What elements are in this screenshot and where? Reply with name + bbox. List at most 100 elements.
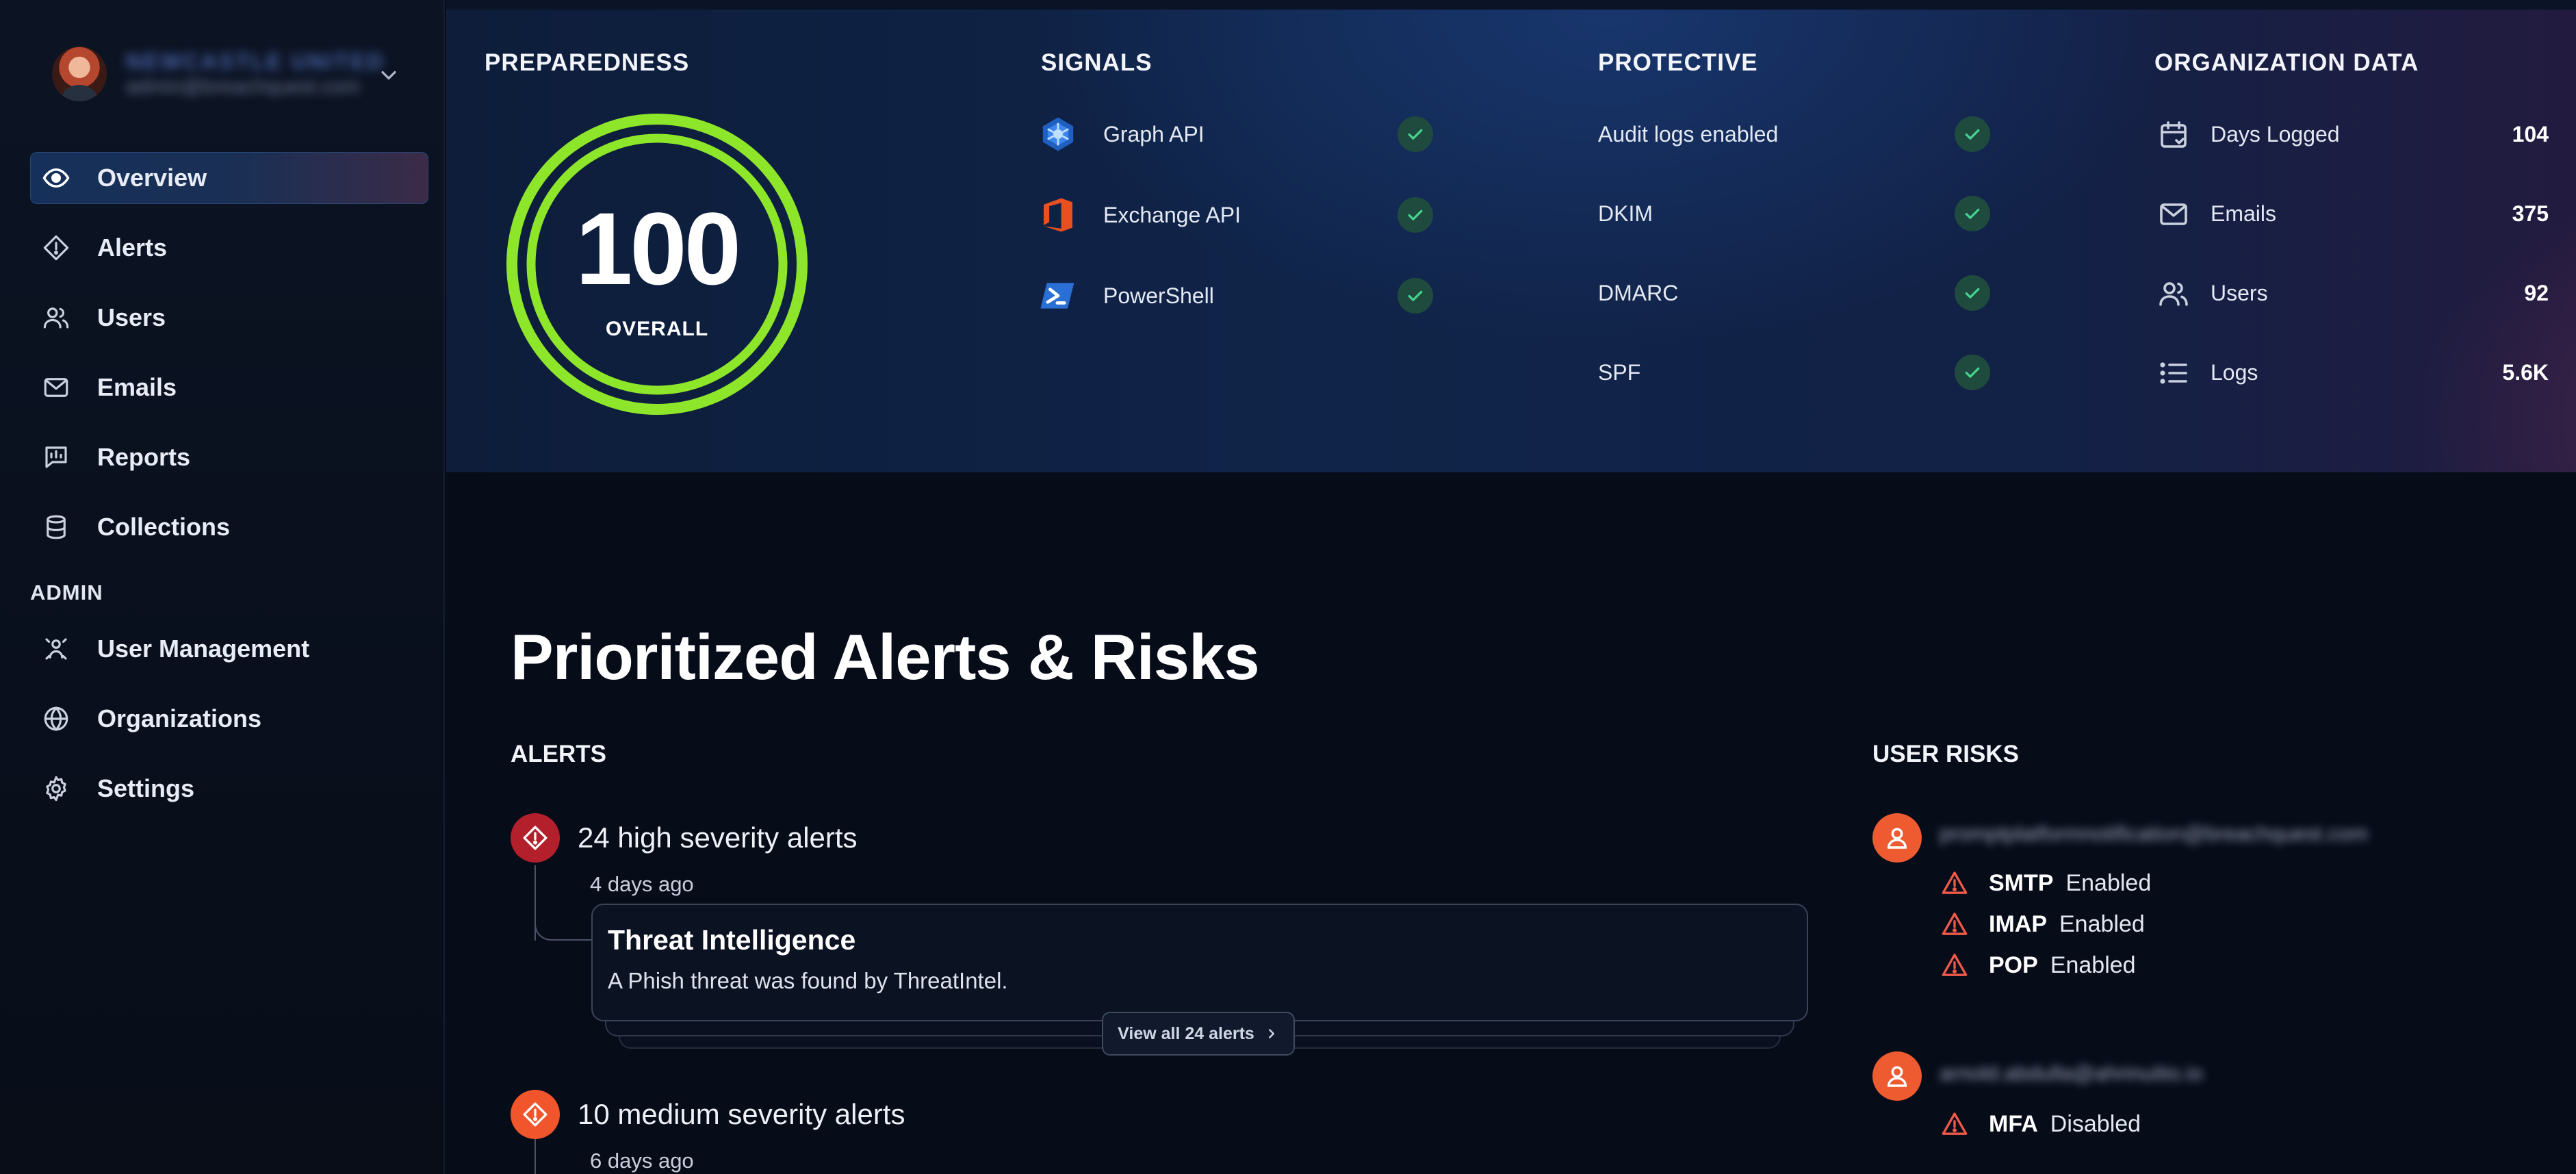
protective-row-audit-logs: Audit logs enabled	[1598, 114, 1778, 155]
user-risk-avatar[interactable]	[1872, 813, 1922, 863]
org-value: 5.6K	[2502, 360, 2549, 385]
sidebar-item-label: Reports	[97, 443, 191, 471]
signal-label: Exchange API	[1103, 202, 1241, 227]
chevron-down-icon[interactable]	[376, 63, 401, 88]
org-row-emails: Emails	[2211, 193, 2276, 234]
sidebar-item-label: Users	[97, 303, 166, 331]
user-risk-email[interactable]: promptplatformnotification@breachquest.c…	[1940, 821, 2368, 846]
alerts-heading: ALERTS	[511, 741, 606, 767]
signal-label: Graph API	[1103, 121, 1205, 146]
mail-icon	[34, 366, 78, 409]
alert-group-time: 4 days ago	[590, 872, 694, 896]
users-icon	[34, 296, 78, 340]
sidebar-item-reports[interactable]: Reports	[30, 431, 428, 483]
sidebar-item-users[interactable]: Users	[30, 292, 428, 344]
sidebar-item-collections[interactable]: Collections	[30, 501, 428, 553]
score-label: OVERALL	[605, 318, 709, 340]
warning-triangle-icon	[1942, 954, 1968, 976]
org-label: Logs	[2211, 359, 2258, 385]
check-icon	[1398, 116, 1433, 152]
timeline-connector	[534, 904, 592, 941]
warning-triangle-icon	[1942, 1112, 1968, 1135]
user-risks-heading: USER RISKS	[1872, 741, 2019, 767]
sidebar-item-emails[interactable]: Emails	[30, 361, 428, 413]
view-all-alerts-button[interactable]: View all 24 alerts	[1102, 1012, 1295, 1056]
check-icon	[1955, 355, 1990, 390]
org-label: Days Logged	[2211, 121, 2340, 146]
report-icon	[34, 435, 78, 479]
profile-name: NEWCASTLE UNITED	[126, 49, 385, 74]
check-icon	[1398, 278, 1433, 314]
user-risk-avatar[interactable]	[1872, 1051, 1922, 1101]
protective-title: PROTECTIVE	[1598, 49, 1758, 76]
admin-section-label: ADMIN	[30, 580, 103, 604]
user-management-icon	[34, 627, 78, 671]
org-row-days-logged: Days Logged	[2211, 114, 2340, 155]
user-risk-email[interactable]: arnold.abdulla@ahrinuitio.io	[1940, 1061, 2203, 1086]
org-value: 92	[2524, 281, 2549, 305]
mail-icon	[2160, 203, 2187, 225]
sidebar-item-label: Emails	[97, 373, 177, 401]
eye-icon	[34, 156, 78, 200]
risk-protocol: MFA	[1989, 1110, 2038, 1137]
risk-state: Enabled	[2059, 910, 2145, 937]
warning-triangle-icon	[1942, 871, 1968, 894]
org-label: Emails	[2211, 201, 2277, 226]
graph-api-icon	[1042, 117, 1074, 151]
top-strip	[446, 0, 2576, 10]
sidebar-item-alerts[interactable]: Alerts	[30, 222, 428, 274]
warning-triangle-icon	[1942, 913, 1968, 935]
protective-row-dmarc: DMARC	[1598, 272, 1678, 314]
sidebar-item-settings[interactable]: Settings	[30, 763, 428, 815]
chevron-right-icon	[1268, 1029, 1274, 1038]
user-risk-item: POP Enabled	[1941, 946, 2136, 984]
alert-diamond-icon	[523, 1102, 548, 1127]
signals-title: SIGNALS	[1041, 49, 1152, 76]
sidebar-item-user-management[interactable]: User Management	[30, 623, 428, 675]
powershell-icon	[1040, 283, 1074, 309]
alert-group-title[interactable]: 24 high severity alerts	[578, 821, 858, 854]
score-value: 100	[575, 191, 741, 306]
medium-severity-badge	[511, 1090, 560, 1139]
sidebar-item-overview[interactable]: Overview	[30, 152, 428, 204]
high-severity-badge	[511, 813, 560, 863]
signal-row-powershell: PowerShell	[1103, 275, 1214, 316]
org-value: 375	[2512, 201, 2549, 226]
alert-card[interactable]	[591, 904, 1808, 1021]
risk-state: Enabled	[2050, 952, 2136, 978]
protective-label: DMARC	[1598, 280, 1679, 305]
sidebar-item-label: Collections	[97, 513, 231, 541]
sidebar-item-label: Overview	[97, 164, 207, 192]
avatar	[52, 47, 107, 101]
sidebar: NEWCASTLE UNITED admin@breachquest.com O…	[0, 0, 445, 1174]
signal-row-exchange-api: Exchange API	[1103, 194, 1241, 235]
sidebar-item-label: Alerts	[97, 233, 168, 261]
alert-card-description: A Phish threat was found by ThreatIntel.	[608, 968, 1008, 993]
protective-row-spf: SPF	[1598, 352, 1640, 393]
user-risk-item: IMAP Enabled	[1941, 905, 2145, 943]
sidebar-item-label: Settings	[97, 774, 195, 802]
list-icon	[2160, 362, 2187, 384]
protective-row-dkim: DKIM	[1598, 193, 1653, 234]
check-icon	[1955, 275, 1990, 311]
protective-label: SPF	[1598, 359, 1641, 385]
profile-email: admin@breachquest.com	[126, 75, 361, 98]
user-risk-item: SMTP Enabled	[1941, 864, 2151, 902]
globe-icon	[34, 697, 78, 741]
alert-diamond-icon	[523, 826, 548, 850]
user-icon	[1887, 828, 1907, 849]
page-title: Prioritized Alerts & Risks	[511, 621, 1260, 693]
protective-label: DKIM	[1598, 201, 1653, 226]
org-label: Users	[2211, 280, 2268, 305]
risk-state: Enabled	[2065, 869, 2152, 896]
database-icon	[34, 505, 78, 549]
protective-label: Audit logs enabled	[1598, 121, 1779, 146]
organization-title: ORGANIZATION DATA	[2154, 49, 2419, 76]
preparedness-title: PREPAREDNESS	[485, 49, 690, 76]
sidebar-item-organizations[interactable]: Organizations	[30, 693, 428, 745]
alert-group-time: 6 days ago	[590, 1149, 694, 1173]
profile-switcher[interactable]: NEWCASTLE UNITED admin@breachquest.com	[49, 42, 419, 108]
check-icon	[1398, 197, 1433, 233]
users-icon	[2159, 282, 2188, 306]
alert-group-title[interactable]: 10 medium severity alerts	[578, 1098, 905, 1131]
